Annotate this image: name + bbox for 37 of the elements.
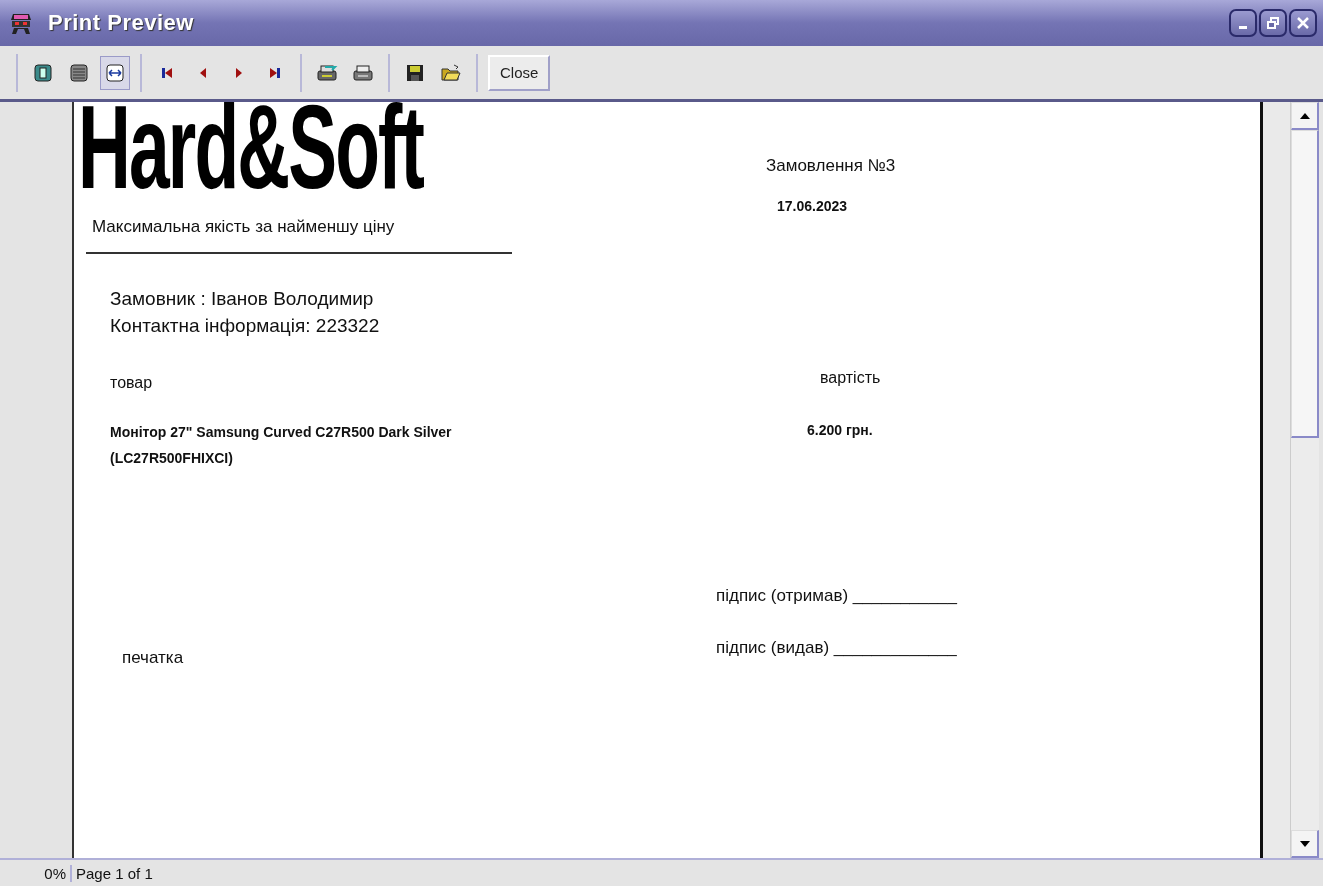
minimize-icon xyxy=(1239,25,1247,29)
minimize-button[interactable] xyxy=(1229,9,1257,37)
print-icon xyxy=(352,62,374,83)
logo: Hard&Soft xyxy=(78,102,423,206)
contact-info: Контактна інформація: 223322 xyxy=(110,315,380,337)
signature-line: підпис (видав) _____________ xyxy=(716,638,957,658)
zoom-level: 0% xyxy=(0,864,72,882)
customer-name: Замовник : Іванов Володимир xyxy=(110,288,374,310)
product-name: (LC27R500FHIXCI) xyxy=(110,450,234,466)
scroll-thumb[interactable] xyxy=(1291,130,1319,438)
slogan: Максимальна якість за найменшу ціну xyxy=(92,217,395,237)
page-icon xyxy=(33,62,53,83)
window-title: Print Preview xyxy=(48,10,194,36)
lines-icon xyxy=(69,62,89,83)
restore-icon xyxy=(1266,16,1280,30)
stamp-label: печатка xyxy=(122,648,184,668)
scroll-up-button[interactable] xyxy=(1291,102,1319,130)
close-icon xyxy=(1296,16,1310,30)
up-arrow-icon xyxy=(1299,112,1310,119)
order-date: 17.06.2023 xyxy=(777,198,848,214)
price-header: вартість xyxy=(820,369,881,387)
product-header: товар xyxy=(110,374,153,392)
product-name: Монітор 27" Samsung Curved C27R500 Dark Silver xyxy=(110,424,452,440)
down-arrow-icon xyxy=(1299,840,1310,847)
fit-width-icon xyxy=(105,62,125,83)
close-button[interactable]: Close xyxy=(488,54,551,91)
page-indicator: Page 1 of 1 xyxy=(75,864,153,882)
printer-icon xyxy=(316,62,338,83)
scroll-down-button[interactable] xyxy=(1291,830,1319,858)
restore-button[interactable] xyxy=(1259,9,1287,37)
fit-view-button[interactable] xyxy=(100,55,130,90)
product-price: 6.200 грн. xyxy=(807,422,873,438)
close-window-button[interactable] xyxy=(1289,9,1317,37)
folder-icon xyxy=(441,63,461,82)
order-title: Замовлення №3 xyxy=(766,156,896,176)
vertical-scrollbar[interactable] xyxy=(1290,102,1319,858)
signature-line: підпис (отримав) ___________ xyxy=(716,586,957,606)
